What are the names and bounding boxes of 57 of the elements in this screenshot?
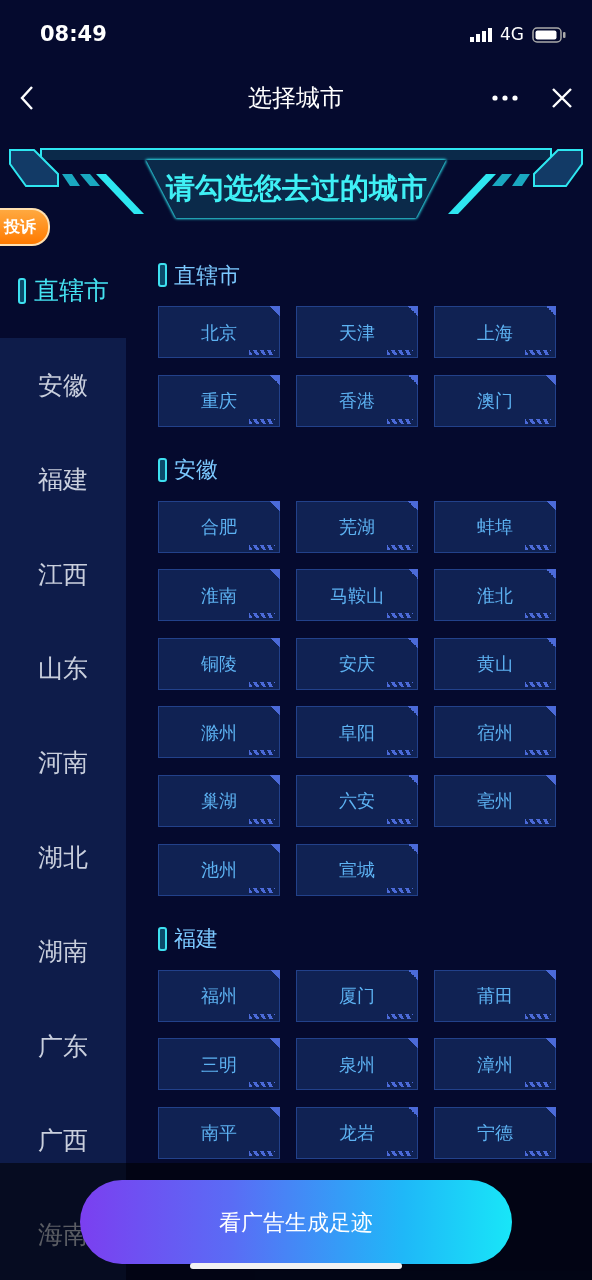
city-button[interactable]: 淮南: [158, 569, 280, 622]
section-heading: 福建: [174, 925, 218, 954]
province-tab[interactable]: 福建: [0, 432, 126, 528]
city-button[interactable]: 宿州: [434, 706, 556, 759]
section-marker: [158, 926, 167, 951]
section-heading: 安徽: [174, 456, 218, 485]
city-button[interactable]: 淮北: [434, 569, 556, 622]
city-button[interactable]: 铜陵: [158, 637, 280, 690]
city-button[interactable]: 黄山: [434, 637, 556, 690]
city-button[interactable]: 池州: [158, 843, 280, 896]
province-tab[interactable]: 江西: [0, 527, 126, 622]
city-button[interactable]: 蚌埠: [434, 500, 556, 553]
city-button[interactable]: 香港: [296, 374, 418, 427]
province-tab[interactable]: 安徽: [0, 338, 126, 433]
city-button[interactable]: 亳州: [434, 774, 556, 827]
close-icon[interactable]: [552, 88, 572, 108]
section-marker: [158, 457, 167, 482]
city-button[interactable]: 三明: [158, 1038, 280, 1091]
signal-icon: [470, 28, 492, 42]
city-button[interactable]: 宁德: [434, 1106, 556, 1159]
city-button[interactable]: 滁州: [158, 706, 280, 759]
banner-title: 请勾选您去过的城市: [146, 160, 446, 218]
battery-icon: [532, 27, 566, 43]
province-tab[interactable]: 广西: [0, 1093, 126, 1188]
city-button[interactable]: 漳州: [434, 1038, 556, 1091]
city-button[interactable]: 北京: [158, 306, 280, 358]
province-tab[interactable]: 广东: [0, 999, 126, 1094]
city-button[interactable]: 南平: [158, 1106, 280, 1159]
city-button[interactable]: 六安: [296, 774, 418, 827]
city-button[interactable]: 龙岩: [296, 1106, 418, 1159]
city-button[interactable]: 芜湖: [296, 500, 418, 553]
city-button[interactable]: 莆田: [434, 969, 556, 1022]
city-button[interactable]: 马鞍山: [296, 569, 418, 622]
more-icon[interactable]: [492, 95, 518, 101]
selection-marker: [17, 278, 26, 305]
city-button[interactable]: 福州: [158, 969, 280, 1022]
city-button[interactable]: 上海: [434, 306, 556, 358]
section-heading: 直辖市: [174, 261, 240, 290]
city-button[interactable]: 澳门: [434, 374, 556, 427]
province-tab[interactable]: 湖南: [0, 904, 126, 1000]
city-button[interactable]: 合肥: [158, 500, 280, 553]
city-button[interactable]: 巢湖: [158, 774, 280, 827]
city-button[interactable]: 泉州: [296, 1038, 418, 1091]
city-button[interactable]: 阜阳: [296, 706, 418, 759]
status-time: 08:49: [40, 21, 107, 49]
city-button[interactable]: 天津: [296, 306, 418, 358]
back-icon[interactable]: [20, 85, 34, 111]
province-tab[interactable]: 山东: [0, 621, 126, 716]
city-button[interactable]: 安庆: [296, 637, 418, 690]
city-button[interactable]: 宣城: [296, 843, 418, 896]
page-title: 选择城市: [248, 83, 344, 114]
city-button[interactable]: 厦门: [296, 969, 418, 1022]
province-tab[interactable]: 河南: [0, 715, 126, 811]
section-marker: [158, 263, 167, 287]
province-tab[interactable]: 湖北: [0, 810, 126, 905]
city-button[interactable]: 重庆: [158, 374, 280, 427]
network-label: 4G: [500, 23, 524, 47]
